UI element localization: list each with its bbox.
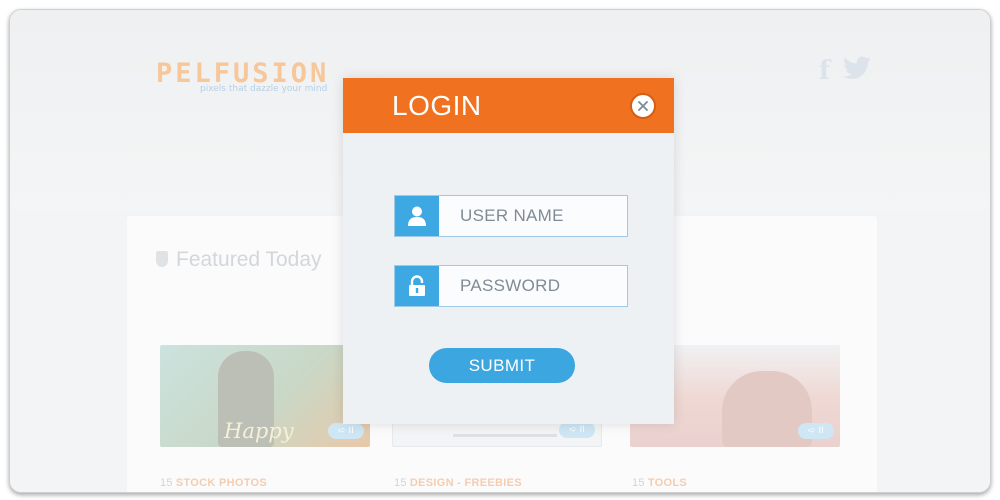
card-badge: ➪ ⅠⅠ — [798, 423, 834, 439]
twitter-icon — [842, 56, 872, 89]
category-label[interactable]: 15 DESIGN - FREEBIES — [394, 477, 522, 489]
modal-title: LOGIN — [392, 90, 482, 121]
user-icon — [395, 196, 439, 236]
window-frame: PELFUSION pixels that dazzle your mind f… — [9, 9, 991, 493]
card-badge: ➪ ⅠⅠ — [559, 422, 595, 438]
close-icon — [638, 101, 648, 111]
submit-button[interactable]: SUBMIT — [429, 348, 575, 383]
close-button[interactable] — [630, 93, 656, 119]
card-slider-graphic — [453, 434, 557, 437]
facebook-icon: f — [818, 56, 830, 86]
pin-icon — [156, 251, 168, 267]
featured-heading-text: Featured Today — [176, 248, 322, 271]
site-tagline: pixels that dazzle your mind — [200, 84, 328, 94]
lock-icon — [395, 266, 439, 306]
username-input[interactable] — [439, 196, 627, 236]
card-badge: ➪ ⅠⅠ — [328, 423, 364, 439]
featured-heading: Featured Today — [156, 248, 322, 272]
featured-card-stock-photos[interactable]: Happy ➪ ⅠⅠ — [160, 345, 370, 447]
login-modal: LOGIN USER NAME SUBMIT — [343, 78, 674, 424]
username-field — [394, 195, 628, 237]
password-field — [394, 265, 628, 307]
modal-header: LOGIN — [343, 78, 674, 133]
card-image-text: Happy — [224, 419, 294, 443]
social-links: f — [819, 56, 872, 89]
password-input[interactable] — [439, 266, 627, 306]
category-label[interactable]: 15 STOCK PHOTOS — [160, 477, 267, 489]
category-label[interactable]: 15 TOOLS — [632, 477, 687, 489]
